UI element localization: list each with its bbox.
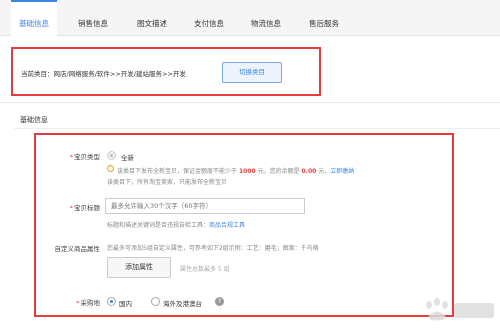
custom-attr-hint: 您最多可添加5组自定义属性，可参考如下2组示例：工艺：磨毛；图案：千鸟格 <box>107 245 319 252</box>
custom-attr-label: 自定义商品属性 <box>54 245 101 253</box>
overseas-option: 海外及港澳台 <box>163 300 202 308</box>
tab-after-sales[interactable]: 售后服务 <box>301 0 347 36</box>
item-title-label: *宝贝标题 <box>69 204 100 212</box>
watermark-logo-icon <box>426 298 494 321</box>
item-title-input[interactable] <box>105 198 305 214</box>
attribute-count-hint: 属性总数最多 5 组 <box>180 266 230 273</box>
tab-description[interactable]: 图文描述 <box>129 0 175 36</box>
tab-bar: 基础信息 销售信息 图文描述 支付信息 物流信息 售后服务 <box>0 0 500 37</box>
overseas-radio[interactable] <box>151 297 160 306</box>
tab-sales-info[interactable]: 销售信息 <box>70 0 116 36</box>
section-divider <box>14 128 500 129</box>
tab-logistics-info[interactable]: 物流信息 <box>243 0 289 36</box>
item-type-new-radio[interactable] <box>107 151 116 160</box>
domestic-option: 国内 <box>119 300 132 308</box>
item-title-hint: 标题和描述关键词是否违规自检工具：商品合规工具 <box>107 222 246 229</box>
add-attribute-button[interactable]: 添加属性 <box>107 257 171 278</box>
item-type-hint-line2: 该类目下，所有淘宝卖家，只能发布全新宝贝 <box>107 179 228 186</box>
compliance-tool-link[interactable]: 商品合规工具 <box>209 222 245 229</box>
tab-basic-info[interactable]: 基础信息 <box>11 0 57 37</box>
tab-payment-info[interactable]: 支付信息 <box>186 0 232 36</box>
section-title: 基础信息 <box>20 116 48 124</box>
help-icon[interactable]: ? <box>215 297 224 306</box>
current-category-text: 当前类目：网店/网络服务/软件>>开发/建站服务>>开发 <box>21 70 186 78</box>
divider <box>0 102 500 103</box>
purchase-place-label: *采购地 <box>76 299 100 307</box>
item-type-hint-line1: 该类目下发布全新宝贝，保证金额度不能少于 1000 元，您的余额是 0.00 元… <box>117 168 355 175</box>
switch-category-button[interactable]: 切换类目 <box>222 62 282 83</box>
pay-now-link[interactable]: 立即缴纳 <box>330 168 354 175</box>
domestic-radio[interactable] <box>107 297 116 306</box>
item-type-label: *宝贝类型 <box>69 153 100 161</box>
warning-icon: ! <box>107 165 114 172</box>
item-type-new-option: 全新 <box>121 154 134 162</box>
